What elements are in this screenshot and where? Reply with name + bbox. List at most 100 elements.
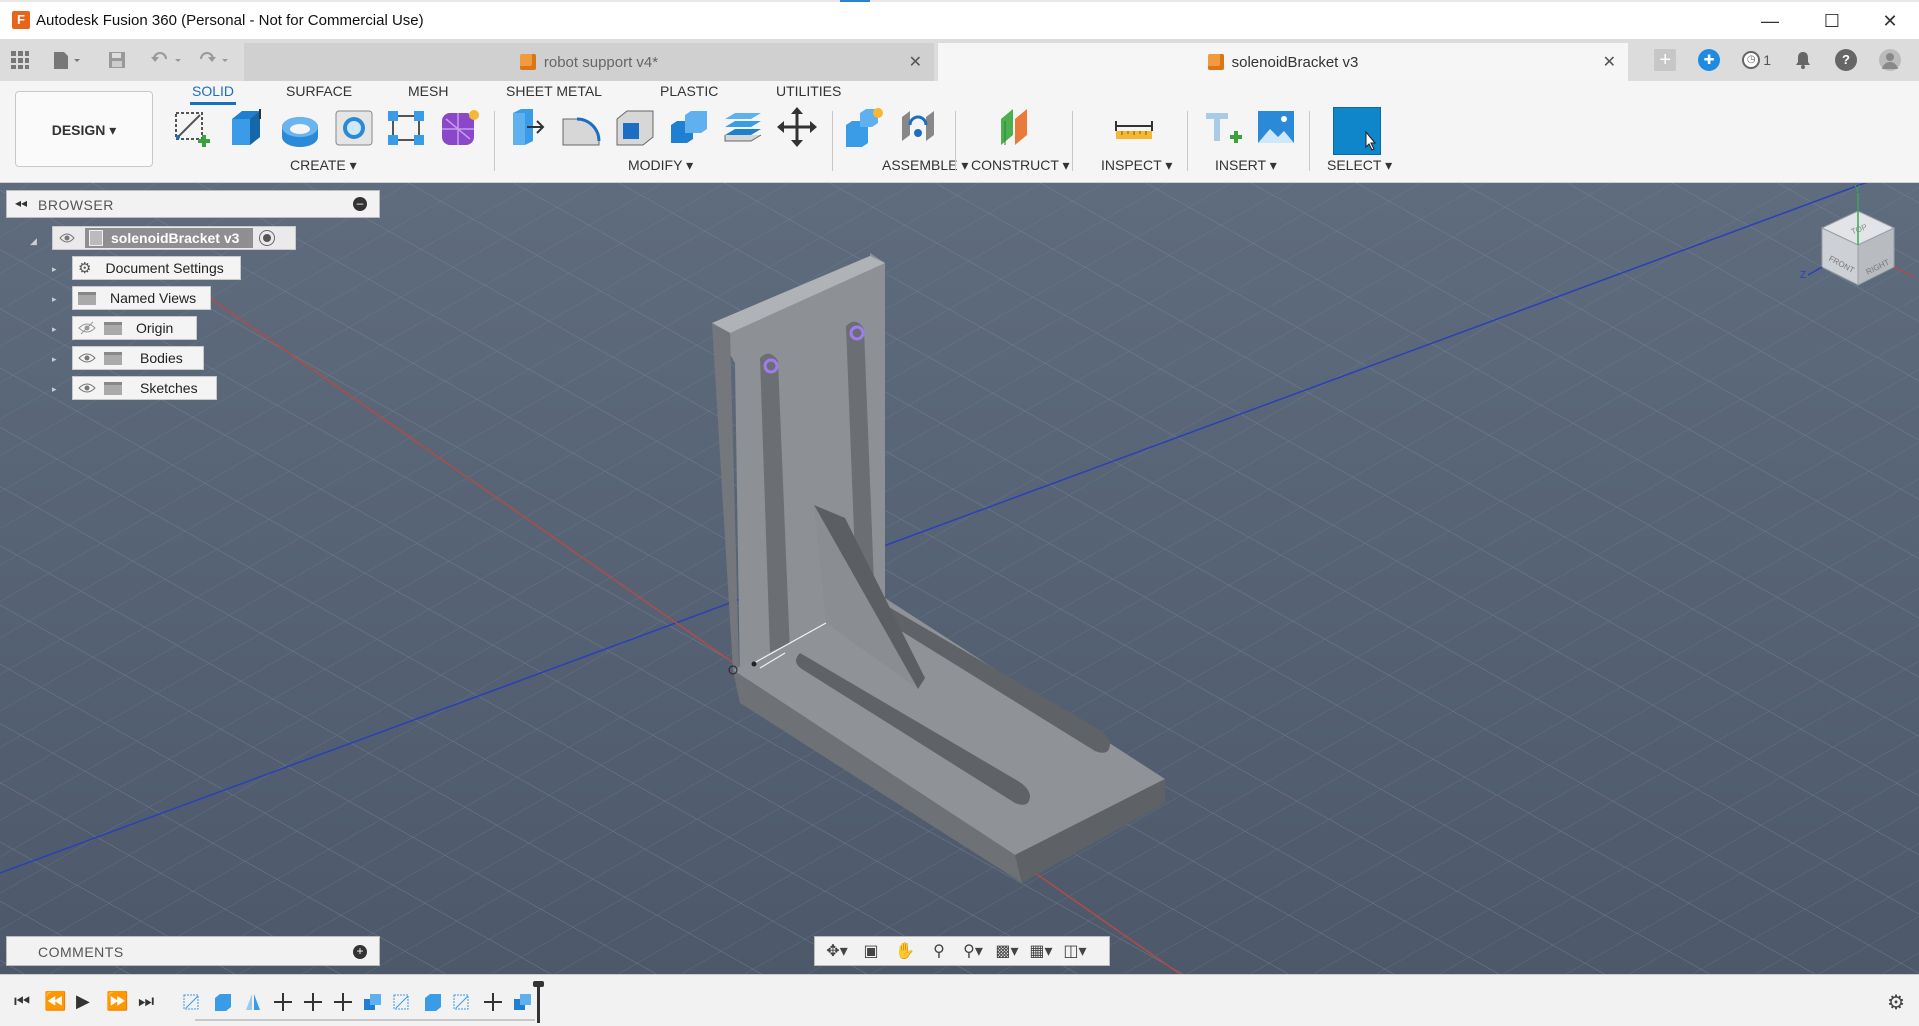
grid-settings-icon[interactable]: ▦▾ bbox=[1027, 941, 1055, 961]
modify-menu[interactable]: MODIFY ▾ bbox=[628, 157, 693, 174]
zoom-window-icon[interactable]: ⚲▾ bbox=[959, 941, 987, 961]
undo-icon[interactable] bbox=[150, 39, 186, 81]
notifications-icon[interactable] bbox=[1793, 50, 1813, 70]
fillet-icon[interactable] bbox=[559, 105, 603, 149]
expander-icon[interactable]: ▸ bbox=[52, 354, 60, 364]
step-forward-icon[interactable]: ⏩ bbox=[106, 991, 128, 1012]
select-menu[interactable]: SELECT ▾ bbox=[1327, 157, 1392, 174]
tab-robot-support[interactable]: robot support v4* ✕ bbox=[244, 43, 934, 81]
3d-viewport[interactable]: TOP FRONT RIGHT Y Z bbox=[0, 183, 1919, 974]
revolve-icon[interactable] bbox=[278, 105, 322, 149]
pan-icon[interactable]: ✋ bbox=[891, 941, 919, 961]
save-icon[interactable] bbox=[108, 39, 126, 81]
timeline-sketch-icon[interactable] bbox=[392, 992, 414, 1012]
redo-icon[interactable] bbox=[197, 39, 233, 81]
minimize-icon[interactable]: — bbox=[1747, 6, 1793, 36]
insert-derive-icon[interactable] bbox=[1200, 105, 1244, 149]
press-pull-icon[interactable] bbox=[505, 105, 549, 149]
create-sketch-icon[interactable] bbox=[170, 105, 214, 149]
go-to-end-icon[interactable]: ⏭ bbox=[138, 991, 154, 1012]
tab-sheet-metal[interactable]: SHEET METAL bbox=[506, 83, 602, 99]
new-component-icon[interactable] bbox=[842, 105, 886, 149]
tab-solenoid-bracket[interactable]: solenoidBracket v3 ✕ bbox=[938, 43, 1628, 81]
joint-icon[interactable] bbox=[896, 105, 940, 149]
hole-icon[interactable] bbox=[332, 105, 376, 149]
timeline-extrude-icon[interactable] bbox=[422, 992, 444, 1012]
viewports-icon[interactable]: ◫▾ bbox=[1061, 941, 1089, 961]
timeline-move-icon[interactable] bbox=[332, 992, 354, 1012]
display-settings-icon[interactable]: ▩▾ bbox=[993, 941, 1021, 961]
insert-menu[interactable]: INSERT ▾ bbox=[1215, 157, 1277, 174]
expander-icon[interactable]: ▸ bbox=[52, 264, 60, 274]
close-tab-icon[interactable]: ✕ bbox=[1603, 52, 1616, 72]
insert-canvas-icon[interactable] bbox=[1254, 105, 1298, 149]
measure-icon[interactable] bbox=[1112, 105, 1156, 149]
move-copy-icon[interactable] bbox=[775, 105, 819, 149]
timeline-mirror-icon[interactable] bbox=[242, 992, 264, 1012]
timeline-settings-gear-icon[interactable]: ⚙ bbox=[1887, 990, 1905, 1015]
timeline-combine-icon[interactable] bbox=[362, 992, 384, 1012]
timeline-combine-icon[interactable] bbox=[512, 992, 534, 1012]
select-tool-icon[interactable] bbox=[1333, 107, 1381, 155]
combine-icon[interactable] bbox=[667, 105, 711, 149]
file-menu-icon[interactable] bbox=[52, 39, 82, 81]
browser-minimize-icon[interactable]: – bbox=[353, 197, 367, 211]
tab-plastic[interactable]: PLASTIC bbox=[660, 83, 718, 99]
look-at-icon[interactable]: ▣ bbox=[857, 941, 885, 961]
maximize-icon[interactable]: ☐ bbox=[1809, 6, 1855, 36]
expander-icon[interactable]: ▸ bbox=[52, 294, 60, 304]
tab-surface[interactable]: SURFACE bbox=[286, 83, 352, 99]
close-tab-icon[interactable]: ✕ bbox=[909, 52, 922, 72]
create-menu[interactable]: CREATE ▾ bbox=[290, 157, 357, 174]
extrude-icon[interactable] bbox=[224, 105, 268, 149]
collapse-panel-icon[interactable]: ◂◂ bbox=[15, 196, 27, 210]
timeline-move-icon[interactable] bbox=[302, 992, 324, 1012]
close-icon[interactable]: ✕ bbox=[1867, 6, 1913, 36]
expander-root-icon[interactable]: ◢ bbox=[30, 236, 38, 246]
browser-item-document-settings[interactable]: ⚙ Document Settings bbox=[72, 256, 241, 280]
eye-icon[interactable] bbox=[78, 380, 96, 396]
inspect-menu[interactable]: INSPECT ▾ bbox=[1101, 157, 1172, 174]
job-status[interactable]: ◷ 1 bbox=[1742, 51, 1771, 69]
browser-item-bodies[interactable]: Bodies bbox=[72, 346, 204, 370]
shell-icon[interactable] bbox=[613, 105, 657, 149]
browser-item-origin[interactable]: Origin bbox=[72, 316, 197, 340]
construct-menu[interactable]: CONSTRUCT ▾ bbox=[971, 157, 1070, 174]
offset-face-icon[interactable] bbox=[721, 105, 765, 149]
eye-hidden-icon[interactable] bbox=[78, 320, 96, 336]
comments-panel[interactable]: COMMENTS + bbox=[6, 936, 380, 966]
browser-item-named-views[interactable]: Named Views bbox=[72, 286, 211, 310]
user-avatar-icon[interactable] bbox=[1879, 49, 1901, 71]
go-to-start-icon[interactable]: ⏮ bbox=[14, 991, 30, 1012]
eye-icon[interactable] bbox=[59, 230, 75, 246]
create-form-icon[interactable] bbox=[438, 105, 482, 149]
pattern-icon[interactable] bbox=[384, 105, 428, 149]
orbit-icon[interactable]: ✥▾ bbox=[823, 941, 851, 961]
extensions-icon[interactable]: ✚ bbox=[1698, 49, 1721, 71]
help-icon[interactable]: ? bbox=[1835, 49, 1857, 71]
timeline-sketch-icon[interactable] bbox=[182, 992, 204, 1012]
eye-icon[interactable] bbox=[78, 350, 96, 366]
expander-icon[interactable]: ▸ bbox=[52, 324, 60, 334]
workspace-switcher-button[interactable]: DESIGN ▾ bbox=[15, 91, 153, 167]
tab-solid[interactable]: SOLID bbox=[190, 83, 237, 105]
expander-icon[interactable]: ▸ bbox=[52, 384, 60, 394]
timeline-move-icon[interactable] bbox=[482, 992, 504, 1012]
play-icon[interactable]: ▶ bbox=[76, 991, 90, 1012]
activate-radio-icon[interactable] bbox=[259, 230, 276, 246]
step-back-icon[interactable]: ⏪ bbox=[44, 991, 66, 1012]
timeline-sketch-icon[interactable] bbox=[452, 992, 474, 1012]
tab-utilities[interactable]: UTILITIES bbox=[776, 83, 841, 99]
add-comment-icon[interactable]: + bbox=[353, 945, 367, 959]
browser-item-sketches[interactable]: Sketches bbox=[72, 376, 217, 400]
offset-plane-icon[interactable] bbox=[997, 105, 1041, 149]
app-grid-icon[interactable] bbox=[10, 39, 30, 81]
browser-panel-header[interactable]: ◂◂ BROWSER – bbox=[6, 190, 380, 218]
timeline-marker[interactable] bbox=[537, 985, 540, 1023]
timeline-move-icon[interactable] bbox=[272, 992, 294, 1012]
zoom-icon[interactable]: ⚲ bbox=[925, 941, 953, 961]
timeline-marker-handle[interactable] bbox=[533, 981, 544, 987]
browser-root-item[interactable]: solenoidBracket v3 bbox=[52, 226, 296, 250]
timeline-extrude-icon[interactable] bbox=[212, 992, 234, 1012]
tab-mesh[interactable]: MESH bbox=[408, 83, 448, 99]
